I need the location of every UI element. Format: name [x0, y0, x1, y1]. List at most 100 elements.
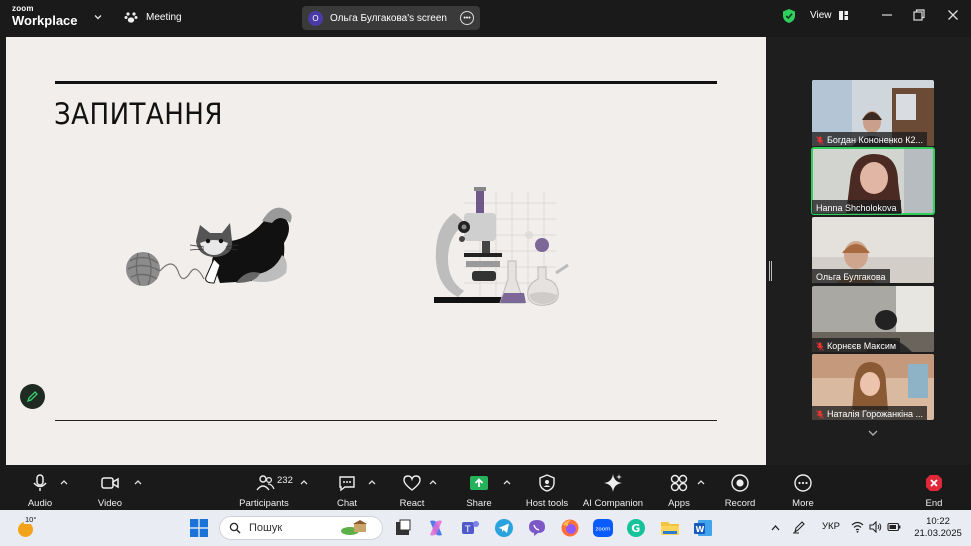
participant-name-text: Корнєєв Максим [827, 341, 897, 351]
paw-icon [124, 12, 138, 23]
clock-date: 21.03.2025 [914, 528, 962, 539]
participant-tile[interactable]: Наталія Горожанкіна ... [812, 354, 934, 420]
svg-text:T: T [464, 525, 471, 535]
end-meeting-button[interactable]: End [899, 471, 969, 509]
participant-tile[interactable]: Корнєєв Максим [812, 286, 934, 352]
microphone-icon [33, 474, 47, 491]
participant-name-text: Богдан Кононенко К2... [827, 135, 923, 145]
telegram-icon[interactable] [493, 517, 515, 539]
participant-name: Hanna Shcholokova [812, 200, 901, 214]
chevron-up-icon[interactable] [771, 524, 780, 531]
share-label: Share [466, 498, 492, 509]
view-label: View [810, 10, 832, 21]
pen-input-icon[interactable] [792, 520, 806, 534]
close-icon[interactable] [946, 8, 960, 22]
chevron-down-icon[interactable] [92, 11, 104, 23]
pen-icon [26, 391, 38, 403]
battery-icon[interactable] [887, 521, 901, 533]
grid-view-icon [838, 11, 848, 20]
ai-companion-label: AI Companion [582, 498, 644, 509]
more-button[interactable]: More [768, 471, 838, 509]
participants-label: Participants [239, 498, 289, 509]
share-screen-button[interactable]: Share [444, 471, 514, 509]
record-icon [731, 474, 749, 492]
participant-name-text: Ольга Булгакова [816, 272, 886, 282]
teams-icon[interactable]: T [459, 517, 481, 539]
windows-start-icon[interactable] [190, 519, 208, 537]
chevron-up-icon[interactable] [697, 479, 705, 485]
chevron-down-icon[interactable] [866, 427, 880, 439]
speaker-icon[interactable] [869, 521, 882, 533]
firefox-icon[interactable] [559, 517, 581, 539]
word-icon[interactable]: W [692, 517, 714, 539]
slide-top-rule [55, 81, 717, 84]
restore-icon[interactable] [912, 8, 926, 22]
apps-label: Apps [668, 498, 690, 509]
participant-name: Богдан Кононенко К2... [812, 132, 927, 146]
participant-name: Корнєєв Максим [812, 338, 901, 352]
clock-time: 10:22 [926, 516, 950, 527]
sparkle-icon [604, 474, 622, 492]
zoom-logo[interactable]: zoom Workplace [12, 4, 78, 28]
participant-tile[interactable]: Ольга Булгакова [812, 217, 934, 283]
chat-button[interactable]: Chat [312, 471, 382, 509]
zoom-taskbar-icon[interactable]: zoom [592, 517, 614, 539]
chevron-up-icon[interactable] [368, 479, 376, 485]
microscope-and-flasks-illustration [434, 187, 569, 306]
host-tools-button[interactable]: Host tools [512, 471, 582, 509]
video-button[interactable]: Video [75, 471, 145, 509]
muted-mic-icon [816, 341, 824, 351]
muted-mic-icon [816, 409, 824, 419]
taskbar-search-box[interactable]: Пошук [219, 516, 383, 540]
chevron-up-icon[interactable] [503, 479, 511, 485]
host-tools-label: Host tools [525, 498, 569, 509]
viber-icon[interactable] [526, 517, 548, 539]
minimize-icon[interactable] [880, 8, 894, 22]
folder-icon[interactable] [659, 517, 681, 539]
participant-name: Ольга Булгакова [812, 269, 890, 283]
screen-share-label: Ольга Булгакова's screen [330, 12, 447, 24]
audio-label: Audio [27, 498, 53, 509]
grammarly-icon[interactable]: G [625, 517, 647, 539]
participant-tile-active-speaker[interactable]: Hanna Shcholokova [811, 147, 935, 215]
ai-companion-button[interactable]: AI Companion [578, 471, 648, 509]
apps-button[interactable]: Apps [644, 471, 714, 509]
panel-resize-handle[interactable] [769, 261, 772, 281]
meeting-toolbar: Audio Video Participants 232 Chat React … [0, 465, 971, 510]
top-bar: zoom Workplace Meeting О Ольга Булгакова… [0, 0, 971, 36]
copilot-icon[interactable] [425, 517, 447, 539]
more-label: More [792, 498, 814, 509]
participant-name-text: Hanna Shcholokova [816, 203, 897, 213]
svg-text:W: W [696, 525, 705, 534]
weather-widget[interactable]: 10° [14, 515, 38, 540]
apps-icon [670, 474, 688, 492]
view-button[interactable]: View [810, 10, 849, 21]
keyboard-language[interactable]: УКР [822, 521, 840, 532]
wifi-icon[interactable] [851, 521, 864, 533]
system-clock[interactable]: 10:22 21.03.2025 [912, 516, 964, 540]
audio-button[interactable]: Audio [5, 471, 75, 509]
annotate-button[interactable] [20, 384, 45, 409]
chevron-up-icon[interactable] [134, 479, 142, 485]
screen-share-indicator[interactable]: О Ольга Булгакова's screen ••• [302, 6, 480, 30]
more-icon [794, 474, 812, 492]
participant-name: Наталія Горожанкіна ... [812, 406, 928, 420]
file-manager-icon[interactable] [392, 517, 414, 539]
record-button[interactable]: Record [705, 471, 775, 509]
chevron-up-icon[interactable] [429, 479, 437, 485]
security-shield-icon[interactable] [782, 8, 796, 24]
react-button[interactable]: React [377, 471, 447, 509]
meeting-menu[interactable]: Meeting [124, 10, 182, 24]
chevron-up-icon[interactable] [300, 479, 308, 485]
more-options-icon[interactable]: ••• [460, 11, 474, 25]
search-placeholder: Пошук [249, 522, 283, 534]
chevron-up-icon[interactable] [60, 479, 68, 485]
participant-tile[interactable]: Богдан Кононенко К2... [812, 80, 934, 146]
muted-mic-icon [816, 135, 824, 145]
chat-bubble-icon [339, 476, 355, 492]
brand-top: zoom [12, 4, 34, 13]
record-label: Record [724, 498, 756, 509]
search-icon [229, 522, 241, 534]
participants-icon [256, 475, 275, 491]
video-camera-icon [101, 477, 119, 489]
